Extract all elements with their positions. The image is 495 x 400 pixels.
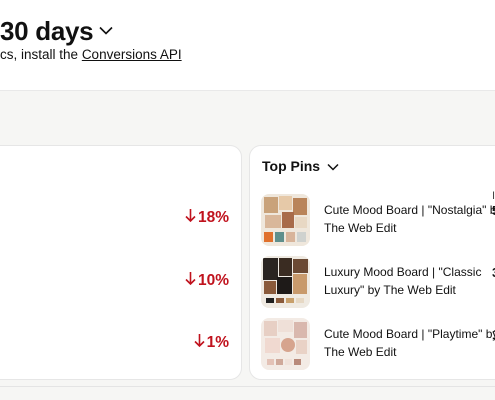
- pin-thumbnail[interactable]: [261, 256, 310, 308]
- metric-change-2: 10%: [185, 271, 229, 291]
- metric-change-value: 18%: [197, 209, 229, 226]
- conversions-hint-text: cs, install the: [0, 47, 79, 62]
- pin-title[interactable]: Luxury Mood Board | "Classic Luxury" by …: [324, 263, 495, 299]
- conversions-api-link[interactable]: Conversions API: [82, 47, 182, 62]
- metric-change-1: 18%: [185, 208, 229, 228]
- arrow-down-icon: [194, 333, 205, 353]
- pin-title[interactable]: Cute Mood Board | "Playtime" by The Web …: [324, 325, 495, 361]
- top-pin-row[interactable]: Cute Mood Board | "Playtime" by The Web …: [261, 318, 495, 370]
- chevron-down-icon[interactable]: [99, 22, 113, 40]
- arrow-down-icon: [185, 271, 196, 291]
- arrow-down-icon: [185, 208, 196, 228]
- page-title: 30 days: [0, 15, 94, 46]
- metrics-card: 18% 10% 1%: [0, 145, 242, 380]
- metric-change-value: 1%: [206, 334, 229, 351]
- section-divider: [0, 386, 495, 387]
- pin-thumbnail[interactable]: [261, 318, 310, 370]
- conversions-hint: cs, install the Conversions API: [0, 47, 182, 62]
- pin-title[interactable]: Cute Mood Board | "Nostalgia" by The Web…: [324, 201, 495, 237]
- top-pin-row[interactable]: Cute Mood Board | "Nostalgia" by The Web…: [261, 190, 495, 246]
- metric-change-3: 1%: [194, 333, 229, 353]
- top-pins-heading: Top Pins: [262, 158, 321, 174]
- top-pin-row[interactable]: Luxury Mood Board | "Classic Luxury" by …: [261, 256, 495, 308]
- metric-change-value: 10%: [197, 272, 229, 289]
- chevron-down-icon[interactable]: [327, 158, 339, 174]
- top-pins-card: Top Pins Cute Mood Board | "Nostalgia" b…: [249, 145, 495, 380]
- date-range-selector[interactable]: 30 days: [0, 14, 113, 48]
- pin-thumbnail[interactable]: [261, 194, 310, 246]
- top-pins-dropdown[interactable]: Top Pins: [262, 158, 339, 174]
